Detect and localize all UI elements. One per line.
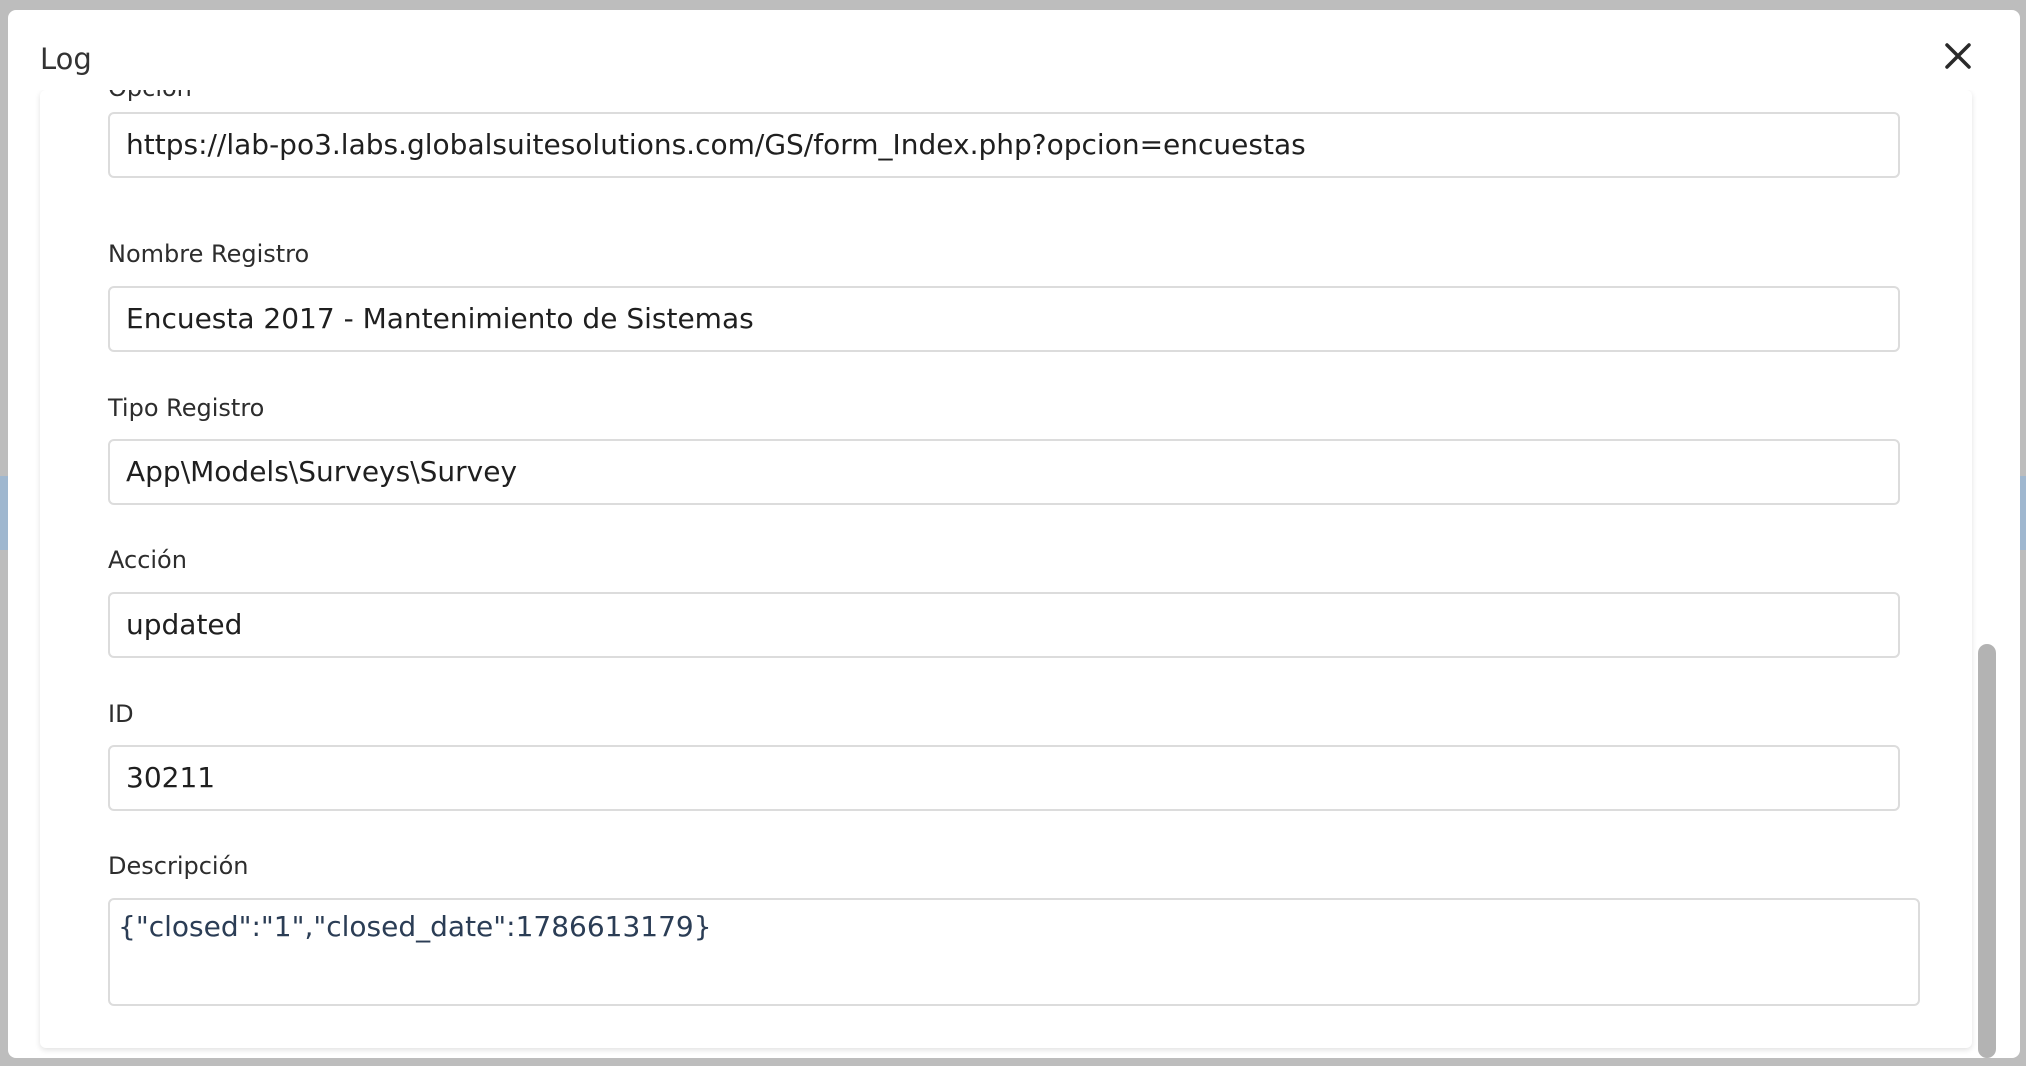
accion-label: Acción [108,546,187,574]
descripcion-textarea[interactable]: {"closed":"1","closed_date":1786613179} [108,898,1920,1006]
close-button[interactable] [1934,32,1982,80]
id-field[interactable]: 30211 [108,745,1900,811]
modal-title: Log [40,42,92,76]
id-label: ID [108,700,134,728]
modal-body: Opción https://lab-po3.labs.globalsuites… [8,90,2020,1058]
accion-field[interactable]: updated [108,592,1900,658]
background-highlight-row-left [0,476,8,550]
log-detail-card: Opción https://lab-po3.labs.globalsuites… [40,90,1972,1048]
descripcion-label: Descripción [108,852,249,880]
nombre-registro-label: Nombre Registro [108,240,310,268]
tipo-registro-field[interactable]: App\Models\Surveys\Survey [108,439,1900,505]
scrollbar-thumb[interactable] [1978,644,1996,1058]
nombre-registro-field[interactable]: Encuesta 2017 - Mantenimiento de Sistema… [108,286,1900,352]
opcion-field[interactable]: https://lab-po3.labs.globalsuitesolution… [108,112,1900,178]
opcion-label: Opción [108,90,192,102]
log-modal: Log Opción https://lab-po3.labs.globalsu… [8,10,2020,1058]
modal-scrollbar[interactable] [1978,104,1996,1058]
close-icon [1945,43,1971,69]
tipo-registro-label: Tipo Registro [108,394,265,422]
